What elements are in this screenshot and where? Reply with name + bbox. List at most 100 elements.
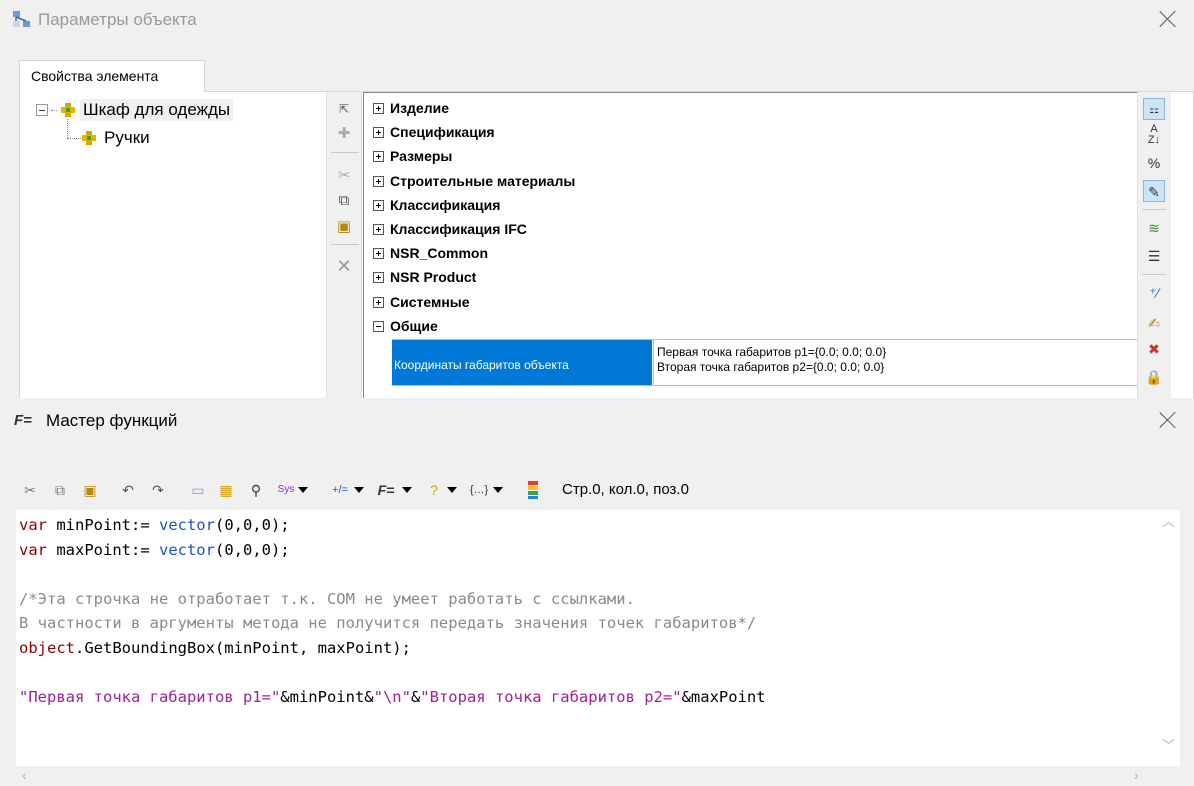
- collapse-toggle-icon[interactable]: [36, 104, 48, 116]
- insert-variable-icon[interactable]: ▦: [216, 480, 236, 500]
- add-property-icon[interactable]: ⁺⁄: [1143, 282, 1165, 304]
- expand-icon[interactable]: [373, 247, 384, 259]
- property-row-bounding-coordinates[interactable]: Координаты габаритов объекта Первая точк…: [392, 339, 1138, 386]
- element-tree: Шкаф для одежды Ручки: [30, 96, 320, 176]
- tree-item-root-label[interactable]: Шкаф для одежды: [80, 99, 234, 121]
- property-value-line1: Первая точка габаритов p1={0.0; 0.0; 0.0…: [657, 345, 887, 359]
- function-name: vector: [158, 540, 215, 559]
- object-window-close-icon[interactable]: [1157, 8, 1179, 30]
- code-line-5: object.GetBoundingBox(minPoint, maxPoint…: [19, 639, 411, 657]
- scroll-right-icon[interactable]: ›: [1134, 767, 1139, 783]
- undo-icon[interactable]: ↶: [118, 480, 138, 500]
- property-name[interactable]: Координаты габаритов объекта: [392, 340, 652, 385]
- object-window-title: Параметры объекта: [38, 10, 197, 29]
- category-row-system[interactable]: Системные: [364, 290, 470, 314]
- method-call: .GetBoundingBox(minPoint, maxPoint);: [75, 638, 411, 657]
- category-row-general[interactable]: Общие: [364, 314, 438, 338]
- code-editor[interactable]: var minPoint:= vector(0,0,0); var maxPoi…: [16, 510, 1180, 766]
- category-label: Классификация: [390, 197, 501, 213]
- redo-icon[interactable]: ↷: [148, 480, 168, 500]
- checklist-icon[interactable]: ☰: [1143, 245, 1165, 267]
- identifier: &minPoint&: [280, 687, 374, 706]
- horizontal-scrollbar[interactable]: ‹ ›: [16, 766, 1180, 784]
- categorized-view-icon[interactable]: ⚏: [1143, 98, 1165, 120]
- scroll-down-icon[interactable]: ﹀: [1162, 739, 1175, 752]
- comment-icon[interactable]: ▭: [188, 480, 208, 500]
- chevron-down-icon[interactable]: [298, 487, 308, 493]
- copy-icon[interactable]: ⧉: [335, 192, 353, 210]
- snippets-icon[interactable]: {…}: [469, 480, 489, 500]
- category-label: NSR_Common: [390, 245, 489, 261]
- expand-icon[interactable]: [373, 175, 384, 187]
- code-comment-line-1: /*Эта строчка не отработает т.к. COM не …: [19, 589, 635, 608]
- expand-icon[interactable]: [373, 102, 384, 114]
- operators-icon[interactable]: +/=: [330, 480, 350, 500]
- category-row-materials[interactable]: Строительные материалы: [364, 169, 575, 193]
- keyword: var: [19, 540, 47, 559]
- color-bars-icon[interactable]: [528, 481, 538, 499]
- tree-item-child[interactable]: Ручки: [78, 125, 153, 151]
- category-row-nsr-common[interactable]: NSR_Common: [364, 241, 488, 265]
- chevron-down-icon[interactable]: [402, 487, 412, 493]
- identifier: minPoint:=: [47, 516, 159, 534]
- property-value[interactable]: Первая точка габаритов p1={0.0; 0.0; 0.0…: [653, 340, 1138, 385]
- tab-element-properties[interactable]: Свойства элемента: [19, 60, 205, 92]
- category-row-classification[interactable]: Классификация: [364, 193, 500, 217]
- scroll-left-icon[interactable]: ‹: [22, 767, 27, 783]
- object-tree-icon[interactable]: ⚲: [246, 480, 266, 500]
- category-row-specification[interactable]: Спецификация: [364, 120, 495, 144]
- function-wizard-title: Мастер функций: [46, 411, 178, 430]
- category-row-dimensions[interactable]: Размеры: [364, 144, 452, 168]
- scroll-up-icon[interactable]: ︿: [1162, 515, 1175, 528]
- code-line-1: var minPoint:= vector(0,0,0);: [19, 516, 290, 534]
- code-comment-line-2: В частности в аргументы метода не получи…: [19, 614, 757, 632]
- chevron-down-icon[interactable]: [354, 487, 364, 493]
- edit-note-icon[interactable]: ✍: [1143, 312, 1165, 334]
- function-name: vector: [158, 516, 215, 534]
- object-params-app-icon: [13, 11, 30, 27]
- collapse-icon[interactable]: [373, 320, 384, 332]
- expand-icon[interactable]: [373, 126, 384, 138]
- filter-properties-icon[interactable]: ≋: [1143, 217, 1165, 239]
- expand-icon[interactable]: [373, 223, 384, 235]
- element-toolbar: ⇱ ✚ ✂ ⧉ ▣ ✕: [326, 92, 362, 398]
- chevron-down-icon[interactable]: [493, 487, 503, 493]
- category-row-nsr-product[interactable]: NSR Product: [364, 265, 476, 289]
- cut-icon[interactable]: ✂: [20, 480, 40, 500]
- arguments: (0,0,0);: [214, 540, 290, 559]
- sort-alphabetical-icon[interactable]: A Z↓: [1143, 124, 1165, 146]
- cut-icon[interactable]: ✂: [335, 167, 353, 185]
- tree-item-child-label[interactable]: Ручки: [101, 127, 153, 149]
- identifier: &maxPoint: [681, 687, 766, 706]
- expand-icon[interactable]: [373, 150, 384, 162]
- category-row-ifc[interactable]: Классификация IFC: [364, 217, 527, 241]
- add-element-icon[interactable]: ⇱: [335, 100, 353, 118]
- chevron-down-icon[interactable]: [447, 487, 457, 493]
- functions-icon[interactable]: F=: [376, 480, 396, 500]
- element-node-icon: [81, 130, 97, 146]
- property-grid: Изделие Спецификация Размеры Строительны…: [363, 92, 1138, 398]
- paste-icon[interactable]: ▣: [80, 480, 100, 500]
- element-node-icon: [60, 102, 76, 118]
- code-text[interactable]: var minPoint:= vector(0,0,0); var maxPoi…: [19, 513, 766, 709]
- property-grid-toolbar: ⚏ A Z↓ % ✎ ≋ ☰ ⁺⁄ ✍ ✖ 🔒: [1137, 92, 1171, 398]
- paste-icon[interactable]: ▣: [335, 218, 353, 236]
- delete-icon[interactable]: ✕: [335, 257, 353, 275]
- string-literal: "\n": [373, 687, 411, 706]
- expand-icon[interactable]: [373, 296, 384, 308]
- system-functions-icon[interactable]: Sys: [276, 480, 296, 500]
- percent-icon[interactable]: %: [1143, 152, 1165, 174]
- object-window-titlebar: Параметры объекта: [0, 0, 1194, 40]
- puzzle-icon[interactable]: ✚: [335, 125, 353, 143]
- properties-help-icon[interactable]: ?: [424, 480, 444, 500]
- delete-property-icon[interactable]: ✖: [1143, 338, 1165, 360]
- function-wizard-close-icon[interactable]: [1157, 409, 1179, 431]
- expand-icon[interactable]: [373, 199, 384, 211]
- lock-icon[interactable]: 🔒: [1143, 366, 1165, 388]
- category-row-product[interactable]: Изделие: [364, 96, 449, 120]
- copy-icon[interactable]: ⧉: [50, 480, 70, 500]
- identifier: maxPoint:=: [47, 540, 159, 559]
- expand-icon[interactable]: [373, 271, 384, 283]
- edit-properties-icon[interactable]: ✎: [1143, 180, 1165, 202]
- tree-item-root[interactable]: Шкаф для одежды: [36, 97, 234, 123]
